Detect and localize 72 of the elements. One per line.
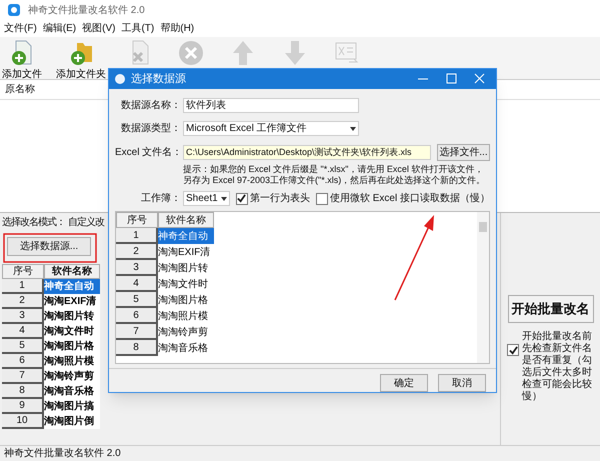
option-label: 使用微软 Excel 接口读取数据（慢）	[330, 192, 490, 206]
app-logo-icon	[8, 4, 20, 16]
menu-item[interactable]: 工具(T)	[121, 21, 154, 36]
menu-item[interactable]: 文件(F)	[4, 21, 37, 36]
field-label: 数据源类型：	[120, 122, 181, 136]
column-header: 软件名称	[158, 212, 214, 228]
row-header[interactable]: 3	[116, 260, 158, 276]
mode-value[interactable]: 自定义改	[68, 214, 104, 230]
dialog-title: 选择数据源	[131, 72, 187, 87]
dropdown-caret-icon	[350, 126, 356, 130]
column-header: 原名称	[5, 83, 35, 97]
row-header[interactable]: 3	[2, 309, 44, 324]
menu-item[interactable]: 帮助(H)	[160, 21, 194, 36]
dialog-button[interactable]: 取消	[438, 374, 486, 392]
checkbox[interactable]	[316, 192, 328, 204]
row-header[interactable]: 2	[2, 294, 44, 309]
sheet-select[interactable]: Sheet1	[183, 191, 230, 206]
option-label: 第一行为表头	[250, 192, 310, 206]
select-data-source-button[interactable]: 选择数据源...	[7, 237, 91, 256]
row-header[interactable]: 5	[116, 292, 158, 308]
column-header: 序号	[116, 212, 158, 228]
checkbox[interactable]	[236, 192, 248, 204]
file-path-field[interactable]: C:\Users\Administrator\Desktop\测试文件夹\软件列表.xls	[183, 145, 431, 160]
hint-text: 提示：如果您的 Excel 文件后缀是 "*.xlsx"，请先用 Excel 软件打开该文件，另存为 Excel 97-2003工作簿文件("*.xls)，然后再在此处选择这个新的文件。	[183, 164, 486, 186]
column-header: 序号	[2, 264, 44, 279]
table-cell[interactable]: 淘淘图片转	[44, 309, 100, 324]
checkmark-icon	[237, 194, 246, 203]
window-title: 神奇文件批量改名软件 2.0	[28, 4, 145, 18]
table-cell[interactable]: 淘淘EXIF清	[44, 294, 100, 309]
table-cell[interactable]: 淘淘照片模	[44, 354, 100, 369]
menu-item[interactable]: 视图(V)	[82, 21, 116, 36]
dialog-logo-icon	[115, 74, 125, 84]
mode-label: 选择改名模式：	[2, 216, 65, 230]
table-cell[interactable]: 淘淘图片格	[44, 339, 100, 354]
table-cell[interactable]: 淘淘图片搞	[44, 399, 100, 414]
table-cell[interactable]: 淘淘图片倒	[44, 414, 100, 429]
scrollbar-thumb[interactable]	[479, 222, 487, 232]
checkmark-icon	[508, 346, 518, 354]
field-label: Excel 文件名：	[115, 146, 181, 160]
row-header[interactable]: 2	[116, 244, 158, 260]
row-header[interactable]: 5	[2, 339, 44, 354]
column-header: 软件名称	[44, 264, 100, 279]
table-cell[interactable]: 神奇全自动	[44, 279, 100, 294]
check-duplicates-label: 开始批量改名前先检查新文件名是否有重复（勾选后文件太多时检查可能会比较慢）	[522, 331, 593, 403]
row-header[interactable]: 10	[2, 414, 44, 429]
choose-file-button[interactable]: 选择文件...	[436, 144, 490, 161]
table-cell[interactable]: 神奇全自动	[158, 228, 214, 244]
table-cell[interactable]: 淘淘文件时	[44, 324, 100, 339]
row-header[interactable]: 6	[2, 354, 44, 369]
scrollbar[interactable]	[477, 212, 489, 363]
row-header[interactable]: 8	[116, 340, 158, 356]
dropdown-caret-icon	[220, 196, 227, 200]
status-text: 神奇文件批量改名软件 2.0	[4, 446, 121, 461]
row-header[interactable]: 1	[116, 228, 158, 244]
row-header[interactable]: 4	[116, 276, 158, 292]
row-header[interactable]: 1	[2, 279, 44, 294]
table-cell[interactable]: 淘淘铃声剪	[44, 369, 100, 384]
row-header[interactable]: 8	[2, 384, 44, 399]
field-label: 数据源名称：	[120, 99, 181, 113]
row-header[interactable]: 4	[2, 324, 44, 339]
select-field[interactable]: Microsoft Excel 工作簿文件	[183, 121, 359, 136]
start-rename-button[interactable]: 开始批量改名	[508, 295, 594, 323]
field-label: 工作簿：	[140, 192, 181, 206]
row-header[interactable]: 9	[2, 399, 44, 414]
text-field[interactable]: 软件列表	[183, 98, 359, 113]
checkbox[interactable]	[507, 344, 519, 356]
table-cell[interactable]: 淘淘音乐格	[44, 384, 100, 399]
row-header[interactable]: 7	[2, 369, 44, 384]
row-header[interactable]: 7	[116, 324, 158, 340]
dialog-button[interactable]: 确定	[380, 374, 428, 392]
menu-item[interactable]: 编辑(E)	[42, 21, 76, 36]
row-header[interactable]: 6	[116, 308, 158, 324]
